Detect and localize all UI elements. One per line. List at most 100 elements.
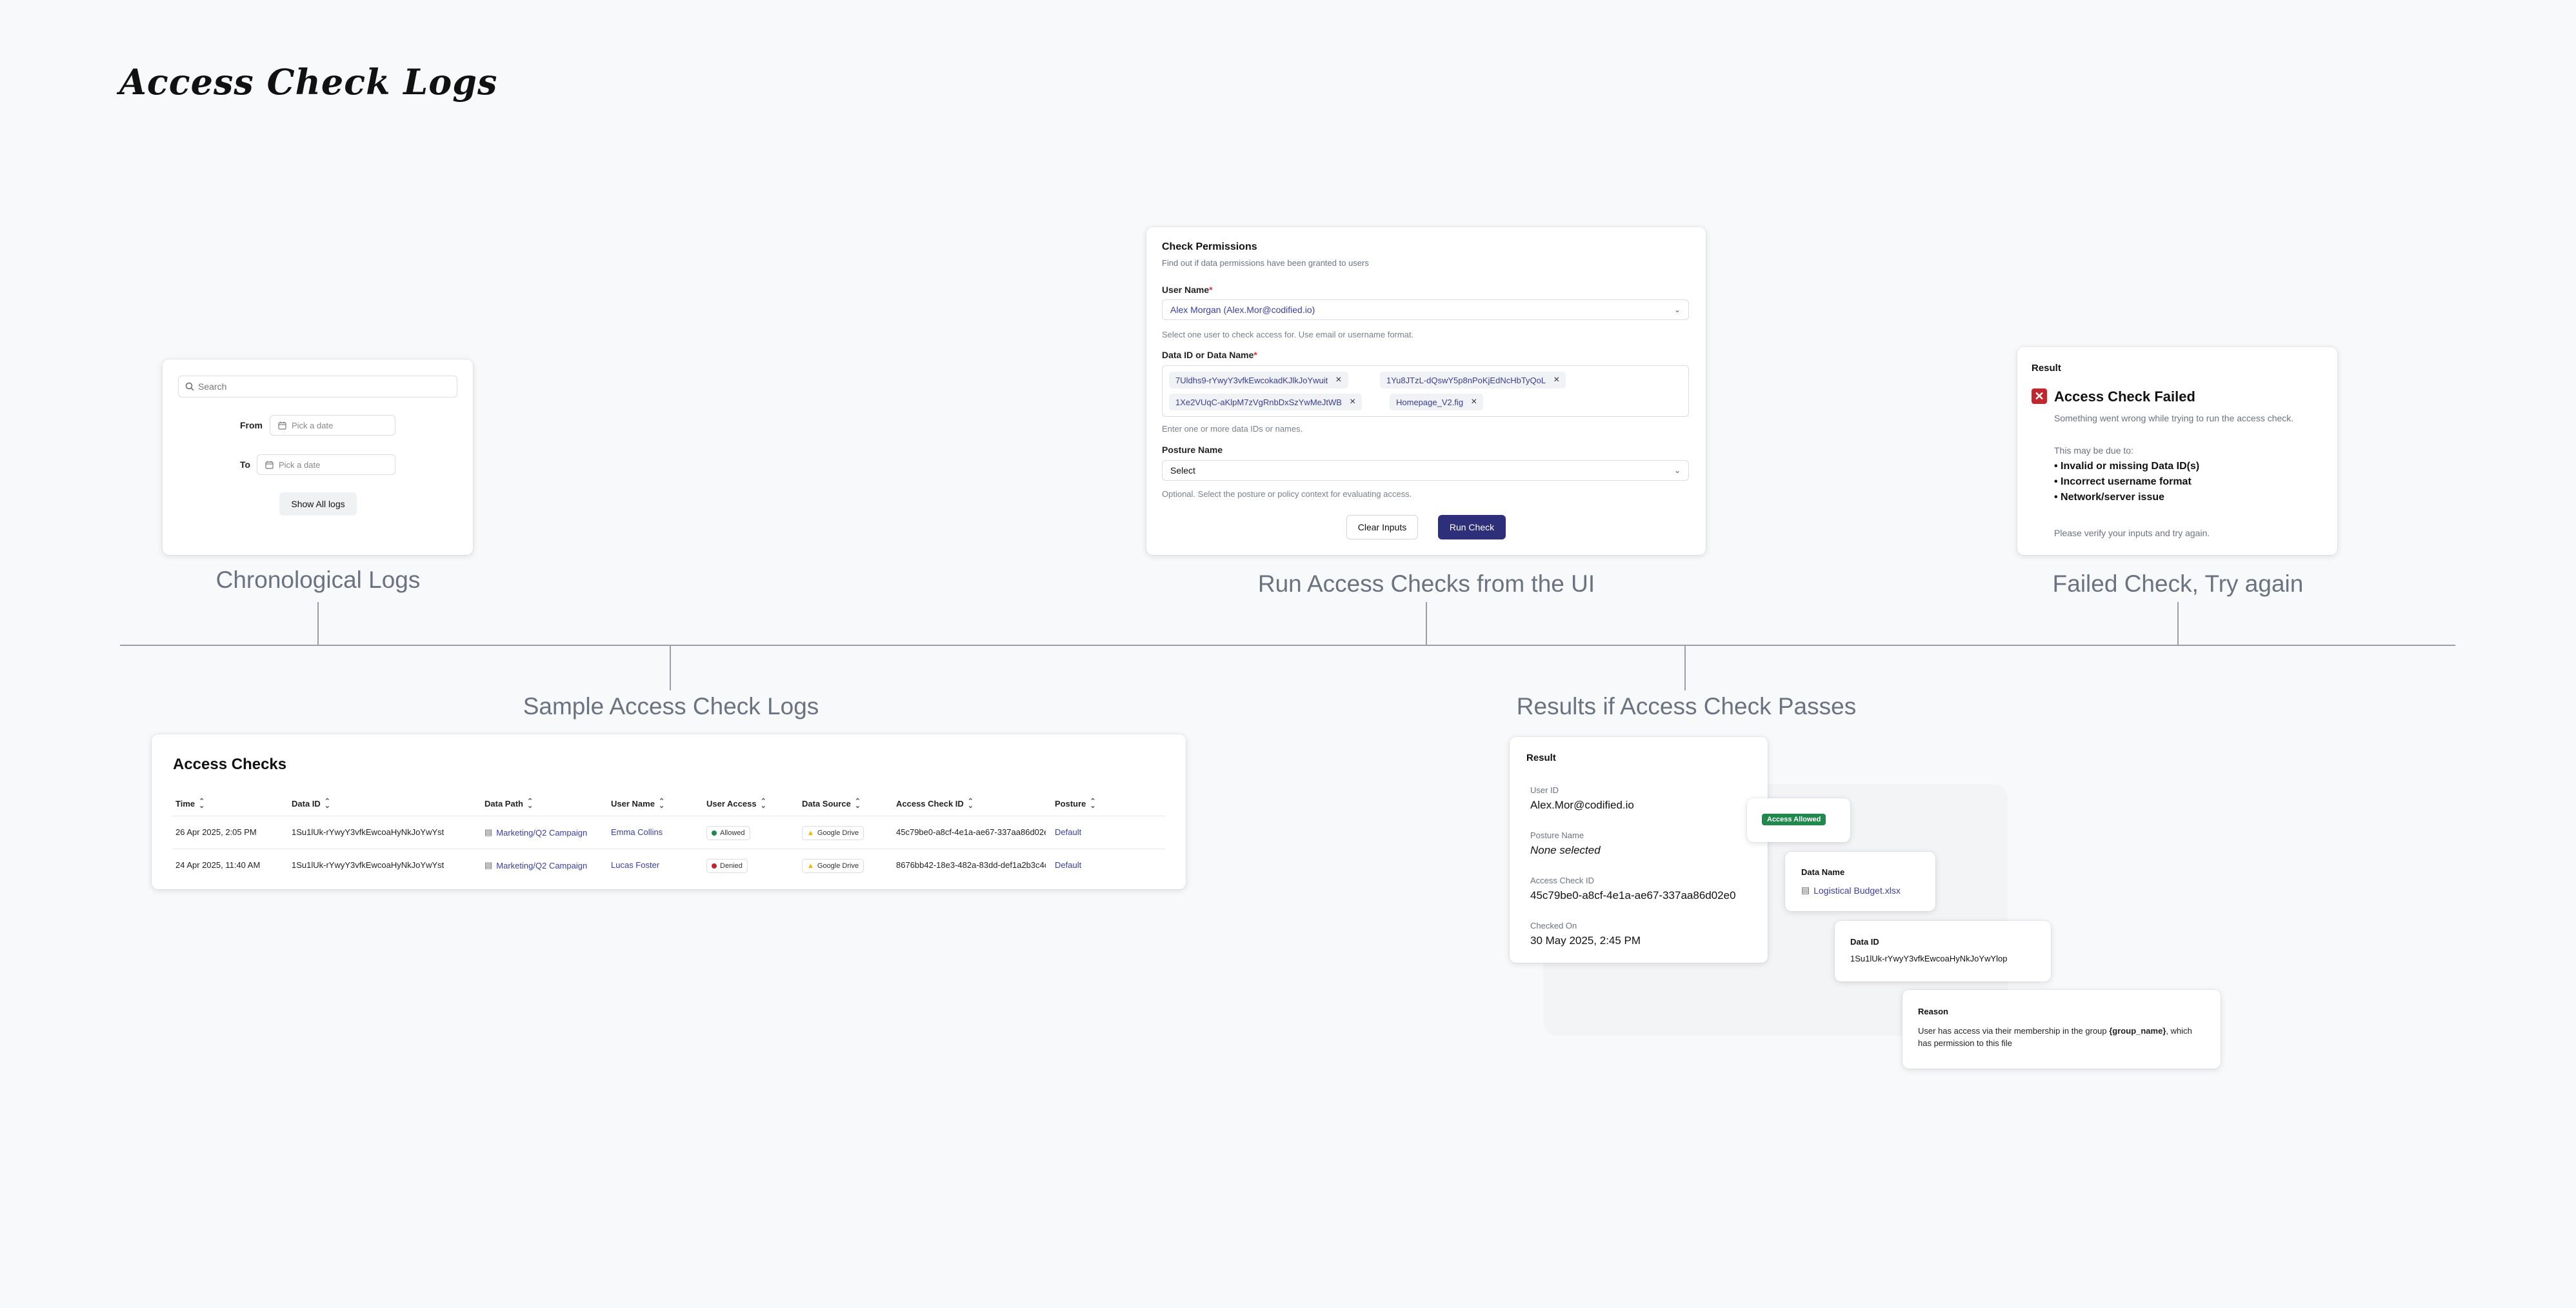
user-name-label: User Name* [1162, 285, 1213, 295]
google-drive-icon: ▲ [807, 862, 814, 870]
cell-posture[interactable]: Default [1055, 827, 1081, 837]
data-source-badge: ▲ Google Drive [802, 859, 864, 873]
sort-icon: ⌃ ⌄ [324, 797, 331, 810]
cell-time: 26 Apr 2025, 2:05 PM [175, 827, 257, 837]
data-tag: Homepage_V2.fig × [1390, 394, 1484, 410]
column-header-time[interactable]: Time ⌃ ⌄ [175, 797, 205, 810]
access-check-id-value: 45c79be0-a8cf-4e1a-ae67-337aa86d02e0 [1530, 889, 1736, 901]
cell-access-check-id: 8676bb42-18e3-482a-83dd-def1a2b3c4d5 [896, 860, 1046, 870]
to-date-placeholder: Pick a date [279, 459, 321, 470]
failed-footer: Please verify your inputs and try again. [2054, 528, 2210, 538]
sort-icon: ⌃ ⌄ [760, 797, 766, 810]
section-label-sample-logs: Sample Access Check Logs [523, 693, 819, 719]
google-drive-icon: ▲ [807, 829, 814, 837]
column-header-posture[interactable]: Posture ⌃ ⌄ [1055, 797, 1096, 810]
close-icon[interactable]: × [1335, 374, 1341, 386]
failed-cause-intro: This may be due to: [2054, 445, 2133, 456]
close-icon[interactable]: × [1471, 396, 1477, 408]
data-id-hint: Enter one or more data IDs or names. [1162, 424, 1303, 434]
posture-value: Select [1170, 465, 1195, 476]
file-icon: ▤ [1801, 885, 1810, 895]
section-label-results-pass: Results if Access Check Passes [1516, 693, 1857, 719]
connector-sample-logs [670, 645, 671, 690]
check-permissions-subtitle: Find out if data permissions have been g… [1162, 258, 1369, 268]
column-header-access-check-id[interactable]: Access Check ID ⌃ ⌄ [896, 797, 973, 810]
data-id-card [1835, 921, 2051, 981]
show-all-logs-button[interactable]: Show All logs [279, 492, 357, 516]
sort-icon: ⌃ ⌄ [658, 797, 665, 810]
timeline-line [120, 645, 2455, 646]
failed-title: Access Check Failed [2054, 388, 2195, 405]
reason-label: Reason [1918, 1007, 1948, 1016]
section-label-run-checks: Run Access Checks from the UI [1257, 570, 1595, 597]
page-title: Access Check Logs [119, 61, 498, 103]
access-status-badge: Allowed [706, 826, 750, 840]
cell-time: 24 Apr 2025, 11:40 AM [175, 860, 261, 870]
failed-cause: • Invalid or missing Data ID(s) [2054, 461, 2200, 472]
access-status-badge: Denied [706, 859, 748, 873]
sort-icon: ⌃ ⌄ [1090, 797, 1096, 810]
data-name-value[interactable]: ▤ Logistical Budget.xlsx [1801, 885, 1901, 896]
cell-data-id: 1Su1lUk-rYwyY3vfkEwcoaHyNkJoYwYst [292, 860, 444, 870]
data-tag: 1Yu8JTzL-dQswY5p8nPoKjEdNcHbTyQoL × [1380, 372, 1566, 388]
sort-icon: ⌃ ⌄ [526, 797, 534, 810]
column-header-data-id[interactable]: Data ID ⌃ ⌄ [292, 797, 331, 810]
access-allowed-badge: Access Allowed [1762, 814, 1826, 825]
sort-icon: ⌃ ⌄ [854, 797, 861, 810]
user-id-label: User ID [1530, 785, 1559, 795]
data-tag: 7Uldhs9-rYwyY3vfkEwcokadKJlkJoYwuit × [1169, 372, 1348, 388]
user-name-value: Alex Morgan (Alex.Mor@codified.io) [1170, 305, 1315, 315]
access-checks-title: Access Checks [173, 756, 287, 773]
calendar-icon [265, 461, 274, 469]
posture-select[interactable]: Select ⌄ [1162, 460, 1689, 481]
check-permissions-title: Check Permissions [1162, 241, 1257, 252]
failed-result-header: Result [2032, 363, 2061, 374]
section-label-chronological: Chronological Logs [215, 567, 421, 593]
user-id-value[interactable]: Alex.Mor@codified.io [1530, 799, 1634, 812]
column-header-data-source[interactable]: Data Source ⌃ ⌄ [802, 797, 861, 810]
connector-failed [2177, 602, 2179, 645]
posture-name-label: Posture Name [1530, 830, 1584, 840]
connector-run-checks [1426, 602, 1427, 645]
data-name-label: Data Name [1801, 867, 1845, 877]
close-icon[interactable]: × [1350, 396, 1355, 408]
column-header-user-name[interactable]: User Name ⌃ ⌄ [611, 797, 665, 810]
cell-data-path[interactable]: ▤ Marketing/Q2 Campaign [484, 860, 601, 870]
search-icon [185, 382, 194, 391]
user-name-select[interactable]: Alex Morgan (Alex.Mor@codified.io) ⌄ [1162, 299, 1689, 320]
chevron-down-icon: ⌄ [1673, 305, 1681, 314]
calendar-icon [278, 421, 286, 430]
connector-chronological [317, 602, 319, 645]
close-icon[interactable]: × [1553, 374, 1559, 386]
column-header-data-path[interactable]: Data Path ⌃ ⌄ [484, 797, 534, 810]
run-check-button[interactable]: Run Check [1438, 515, 1506, 539]
checked-on-label: Checked On [1530, 921, 1577, 931]
column-header-user-access[interactable]: User Access ⌃ ⌄ [706, 797, 766, 810]
search-input[interactable]: Search [178, 376, 457, 397]
clear-inputs-button[interactable]: Clear Inputs [1346, 515, 1418, 539]
from-label: From [240, 420, 263, 430]
cell-user-name[interactable]: Emma Collins [611, 827, 663, 837]
file-icon: ▤ [484, 827, 493, 837]
data-name-card [1785, 852, 1935, 911]
sort-icon: ⌃ ⌄ [199, 797, 205, 810]
chevron-down-icon: ⌄ [1673, 466, 1681, 475]
cell-user-name[interactable]: Lucas Foster [611, 860, 659, 870]
failed-cause: • Network/server issue [2054, 492, 2165, 503]
cell-data-path[interactable]: ▤ Marketing/Q2 Campaign [484, 827, 601, 838]
checked-on-value: 30 May 2025, 2:45 PM [1530, 934, 1641, 947]
section-label-failed: Failed Check, Try again [2052, 570, 2304, 597]
file-icon: ▤ [484, 860, 493, 870]
data-source-badge: ▲ Google Drive [802, 826, 864, 840]
failed-message: Something went wrong while trying to run… [2054, 413, 2294, 423]
to-date-picker[interactable]: Pick a date [257, 454, 395, 475]
status-dot-icon [712, 863, 717, 869]
posture-label: Posture Name [1162, 445, 1223, 455]
data-id-card-value: 1Su1lUk-rYwyY3vfkEwcoaHyNkJoYwYlop [1850, 954, 2008, 963]
data-tag: 1Xe2VUqC-aKlpM7zVgRnbDxSzYwMeJtWB × [1169, 394, 1363, 410]
search-placeholder: Search [198, 381, 227, 392]
cell-data-id: 1Su1lUk-rYwyY3vfkEwcoaHyNkJoYwYst [292, 827, 444, 837]
cell-posture[interactable]: Default [1055, 860, 1081, 870]
sort-icon: ⌃ ⌄ [967, 797, 973, 810]
from-date-picker[interactable]: Pick a date [270, 415, 395, 436]
